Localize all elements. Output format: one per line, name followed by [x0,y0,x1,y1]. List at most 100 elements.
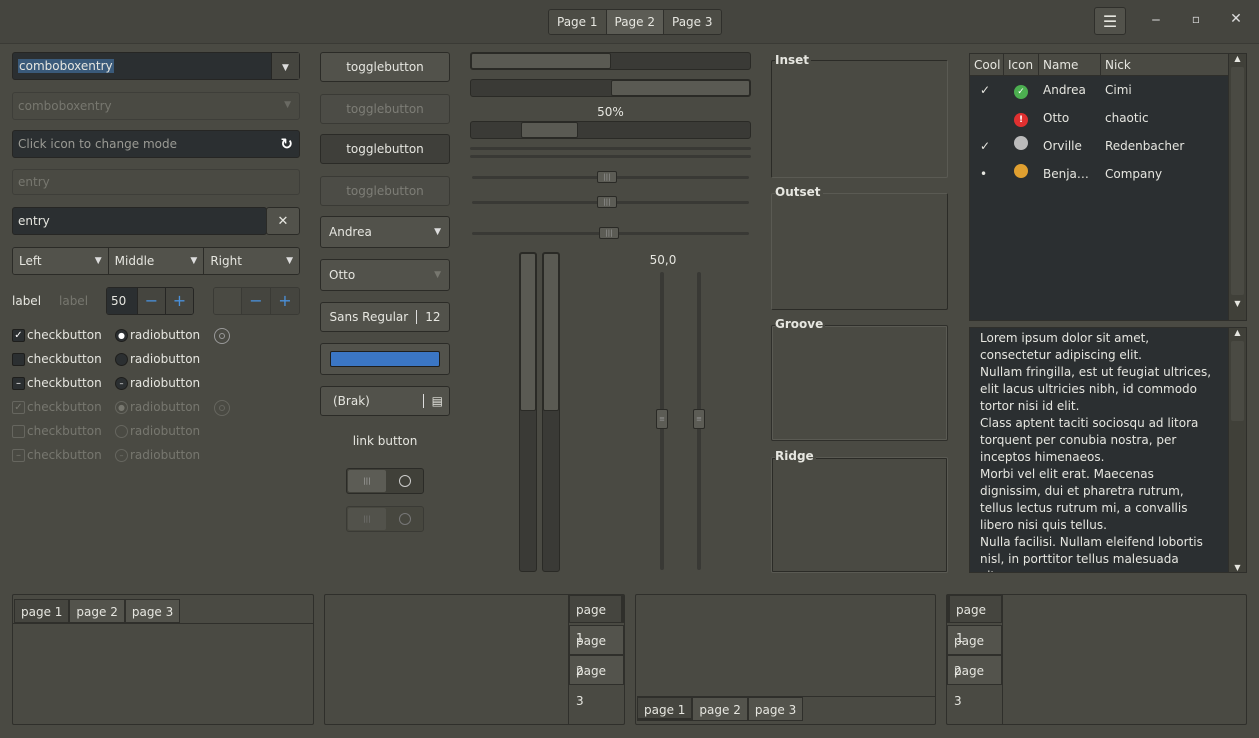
tree-row[interactable]: ✓ ✓ Andrea Cimi [970,76,1246,104]
file-chooser-label: (Brak) [333,394,370,408]
tab-page-2[interactable]: page 2 [69,599,125,623]
tab-page-3[interactable]: page 3 [124,599,181,623]
spin-value[interactable]: 50 [107,288,137,314]
chevron-down-icon: ▼ [434,227,441,237]
combo-middle[interactable]: Middle ▼ [108,248,205,274]
text-scrollbar[interactable]: ▲ ▼ [1228,328,1246,572]
text-content[interactable]: Lorem ipsum dolor sit amet, consectetur … [970,328,1246,572]
chevron-down-icon: ▼ [94,256,102,266]
tree-scrollbar-thumb[interactable] [1231,67,1244,295]
tree-row[interactable]: ✓ Orville Redenbacher [970,132,1246,160]
tab-page-1[interactable]: page 1 [947,595,1002,645]
close-button[interactable]: ✕ [1226,11,1246,27]
checkbutton-checked[interactable]: ✓ checkbutton [12,328,102,342]
spin-button-empty[interactable]: − + [213,287,300,315]
spin-plus-icon[interactable]: + [165,288,193,314]
combo-left[interactable]: Left ▼ [13,248,109,274]
radiobutton-mixed[interactable]: – radiobutton [115,376,200,390]
text-view[interactable]: Lorem ipsum dolor sit amet, consectetur … [969,327,1247,573]
tab-page-1[interactable]: page 1 [637,697,693,721]
tab-page-2[interactable]: page 2 [947,625,1002,678]
vscale-1-slider[interactable]: ≡ [656,409,668,429]
tab-page-3[interactable]: page 3 [747,697,804,721]
header-tab-page-3[interactable]: Page 3 [664,10,721,34]
progress-fill [610,80,750,96]
menu-button[interactable]: ☰ [1094,7,1126,35]
combo-right[interactable]: Right ▼ [204,248,299,274]
switch-on[interactable]: ||| [346,468,424,494]
minimize-button[interactable]: ‒ [1146,12,1166,28]
hscale-1-slider[interactable]: ||| [597,171,617,183]
spinner-radio[interactable] [214,328,230,344]
link-button[interactable]: link button [320,434,450,448]
check-icon: ✓ [12,400,25,414]
progress-line-1 [470,147,751,150]
tree-row[interactable]: • Benja… Company [970,160,1246,188]
checkbutton-unchecked[interactable]: checkbutton [12,352,102,366]
name-cell: Orville [1043,139,1082,153]
cool-check[interactable] [970,104,1004,132]
switch-slider[interactable]: ||| [348,470,386,492]
tab-page-2[interactable]: page 2 [569,625,624,678]
scroll-up-icon[interactable]: ▲ [1229,328,1246,337]
maximize-button[interactable]: ▫ [1186,12,1206,26]
column-header-name[interactable]: Name [1039,54,1101,75]
togglebutton-3-active[interactable]: togglebutton [320,134,450,164]
color-button[interactable] [320,343,450,375]
chevron-down-icon: ▼ [434,270,441,280]
combobox-entry-text[interactable]: comboboxentry [18,59,114,73]
scroll-down-icon[interactable]: ▼ [1229,563,1246,572]
spin-minus-icon[interactable]: − [137,288,165,314]
refresh-icon[interactable]: ↻ [280,135,293,153]
spin-plus-icon[interactable]: + [270,288,299,314]
radiobutton-unchecked[interactable]: radiobutton [115,352,200,366]
scroll-down-icon[interactable]: ▼ [1229,299,1246,308]
entry-clear-button[interactable]: ✕ [266,207,300,235]
tab-page-1[interactable]: page 1 [14,599,70,623]
text-scrollbar-thumb[interactable] [1231,341,1244,421]
combobox-arrow-button[interactable]: ▼ [271,53,299,79]
progress-fill [520,253,536,411]
text-paragraph: Nullam fringilla, est ut feugiat ultrice… [980,365,1212,413]
column-header-nick[interactable]: Nick [1101,54,1228,75]
spin-value-empty[interactable] [214,288,241,314]
checkbutton-label: checkbutton [27,328,102,342]
checkbutton-label: checkbutton [27,376,102,390]
cool-check[interactable]: ✓ [970,76,1004,104]
header-tab-page-1[interactable]: Page 1 [549,10,607,34]
togglebutton-1[interactable]: togglebutton [320,52,450,82]
font-size: 12 [425,310,441,324]
frame-ridge [771,457,948,573]
combobox-entry-active[interactable]: comboboxentry ▼ [12,52,300,80]
spin-minus-icon[interactable]: − [241,288,270,314]
header-tab-page-2[interactable]: Page 2 [606,10,664,34]
progress-bar-pulse [470,121,751,139]
icon-entry[interactable]: Click icon to change mode ↻ [12,130,300,158]
combo-andrea[interactable]: Andrea ▼ [320,216,450,248]
tab-page-3[interactable]: page 3 [569,655,624,708]
hscale-2-slider[interactable]: ||| [597,196,617,208]
radiobutton-checked[interactable]: ● radiobutton [115,328,200,342]
cool-check[interactable]: ✓ [970,132,1004,160]
scroll-up-icon[interactable]: ▲ [1229,54,1246,63]
checkbutton-unchecked-insensitive: checkbutton [12,424,102,438]
tree-scrollbar[interactable]: ▲ ▼ [1228,54,1246,320]
vscale-2-slider[interactable]: ≡ [693,409,705,429]
cool-check[interactable]: • [970,160,1004,188]
tab-page-1[interactable]: page 1 [569,595,624,645]
header-bar: Page 1 Page 2 Page 3 ☰ ‒ ▫ ✕ [0,0,1259,44]
tree-row[interactable]: ! Otto chaotic [970,104,1246,132]
combo-otto[interactable]: Otto ▼ [320,259,450,291]
hscale-3-slider[interactable]: ||| [599,227,619,239]
nick-cell: chaotic [1105,111,1149,125]
checkbutton-mixed[interactable]: – checkbutton [12,376,102,390]
font-button[interactable]: Sans Regular 12 [320,302,450,332]
file-chooser-button[interactable]: (Brak) ▤ [320,386,450,416]
column-header-icon[interactable]: Icon [1004,54,1039,75]
spinner-radio-insensitive [214,400,230,416]
spin-button[interactable]: 50 − + [106,287,194,315]
tab-page-3[interactable]: page 3 [947,655,1002,708]
entry-field[interactable]: entry [12,207,267,235]
column-header-cool[interactable]: Cool [970,54,1004,75]
tab-page-2[interactable]: page 2 [692,697,748,721]
